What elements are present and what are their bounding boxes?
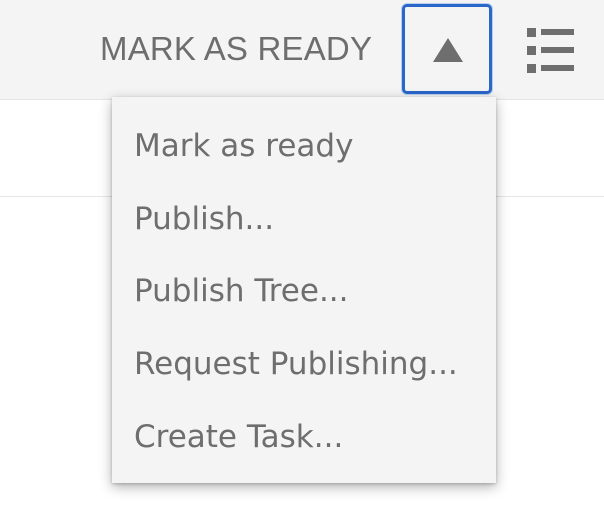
toolbar: MARK AS READY: [0, 0, 604, 100]
dropdown-toggle-button[interactable]: [402, 4, 492, 94]
actions-dropdown-menu: Mark as ready Publish... Publish Tree...…: [112, 97, 496, 483]
menu-item-request-publishing[interactable]: Request Publishing...: [134, 338, 458, 390]
menu-item-publish-tree[interactable]: Publish Tree...: [134, 265, 349, 317]
list-view-icon[interactable]: [527, 27, 575, 75]
menu-item-publish[interactable]: Publish...: [134, 193, 274, 245]
triangle-up-icon: [433, 38, 463, 62]
mark-as-ready-button[interactable]: MARK AS READY: [100, 29, 372, 69]
menu-item-create-task[interactable]: Create Task...: [134, 411, 343, 463]
menu-item-mark-as-ready[interactable]: Mark as ready: [134, 120, 353, 172]
